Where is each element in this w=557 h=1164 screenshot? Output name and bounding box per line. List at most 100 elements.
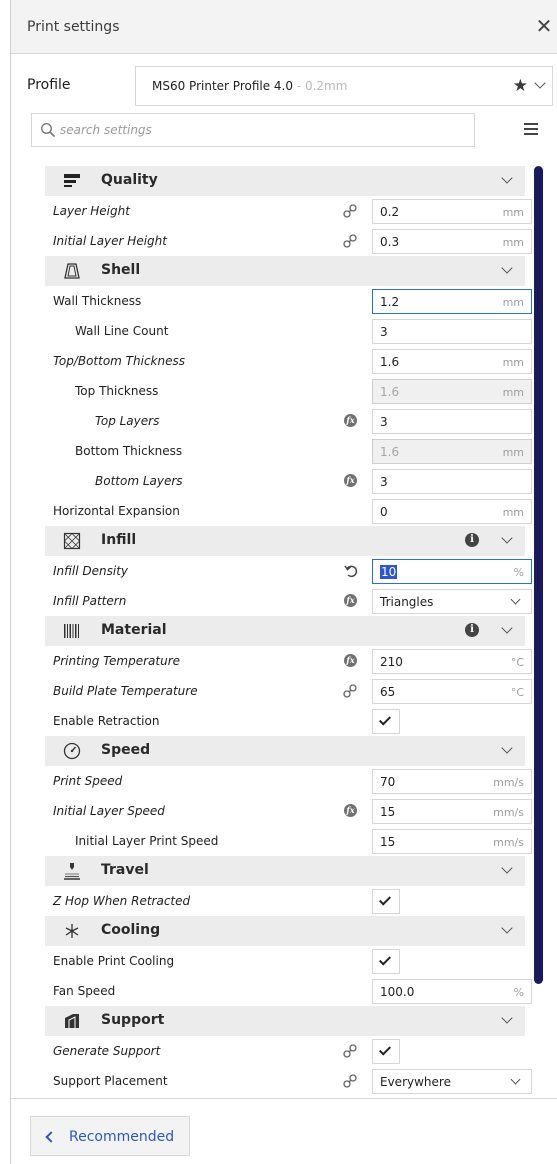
category-title: Speed bbox=[101, 742, 151, 758]
infill-pattern-select[interactable]: Triangles bbox=[372, 589, 532, 614]
check-icon bbox=[378, 1043, 392, 1056]
unit: °C bbox=[510, 656, 524, 669]
profile-select[interactable]: MS60 Printer Profile 4.0 - 0.2mm ★ bbox=[135, 66, 553, 106]
support-icon bbox=[65, 1014, 79, 1028]
initial-layer-speed-input[interactable]: 15 mm/s bbox=[372, 799, 532, 824]
formula-icon[interactable]: fx bbox=[344, 474, 357, 487]
setting-infill-density: Infill Density 10% bbox=[45, 556, 532, 586]
setting-label: Top Thickness bbox=[75, 384, 159, 398]
scrollbar[interactable] bbox=[534, 166, 543, 984]
chevron-down-icon[interactable] bbox=[501, 1012, 513, 1024]
value: 0 bbox=[380, 505, 388, 519]
setting-bottom-layers: Bottom Layers fx 3 bbox=[45, 466, 532, 496]
title-bar: Print settings ✕ bbox=[11, 0, 557, 54]
panel-title: Print settings bbox=[27, 19, 120, 35]
infill-icon bbox=[63, 532, 81, 550]
top-bottom-thickness-input[interactable]: 1.6 mm bbox=[372, 349, 532, 374]
top-layers-input[interactable]: 3 bbox=[372, 409, 532, 434]
formula-icon[interactable]: fx bbox=[344, 804, 357, 817]
setting-label: Top/Bottom Thickness bbox=[53, 354, 185, 368]
info-icon[interactable]: i bbox=[465, 533, 479, 547]
category-title: Cooling bbox=[101, 922, 161, 938]
build-plate-temperature-input[interactable]: 65 °C bbox=[372, 679, 532, 704]
enable-print-cooling-checkbox[interactable] bbox=[372, 949, 400, 974]
setting-label: Fan Speed bbox=[53, 984, 116, 998]
fan-speed-input[interactable]: 100.0% bbox=[372, 979, 532, 1004]
infill-density-input[interactable]: 10% bbox=[372, 559, 532, 584]
setting-label: Horizontal Expansion bbox=[53, 504, 180, 518]
category-infill[interactable]: Infill i bbox=[45, 526, 525, 556]
chevron-down-icon[interactable] bbox=[501, 862, 513, 874]
footer: Recommended bbox=[11, 1098, 557, 1164]
setting-printing-temperature: Printing Temperature fx 210 °C bbox=[45, 646, 532, 676]
star-icon[interactable]: ★ bbox=[513, 76, 528, 96]
category-material[interactable]: Material i bbox=[45, 616, 525, 646]
link-icon[interactable] bbox=[342, 1043, 358, 1059]
bottom-thickness-input[interactable]: 1.6 mm bbox=[372, 439, 532, 464]
setting-label: Print Speed bbox=[53, 774, 123, 788]
formula-icon[interactable]: fx bbox=[344, 594, 357, 607]
unit: % bbox=[513, 566, 524, 579]
horizontal-expansion-input[interactable]: 0 mm bbox=[372, 499, 532, 524]
setting-label: Initial Layer Speed bbox=[53, 804, 165, 818]
value: 3 bbox=[380, 325, 388, 339]
link-icon[interactable] bbox=[342, 683, 358, 699]
initial-layer-print-speed-input[interactable]: 15 mm/s bbox=[372, 829, 532, 854]
category-title: Support bbox=[101, 1012, 165, 1028]
search-input[interactable]: search settings bbox=[31, 113, 475, 147]
initial-layer-height-input[interactable]: 0.3 mm bbox=[372, 229, 532, 254]
chevron-down-icon[interactable] bbox=[501, 742, 513, 754]
formula-icon[interactable]: fx bbox=[344, 654, 357, 667]
settings-menu-icon[interactable] bbox=[524, 121, 538, 137]
link-icon[interactable] bbox=[342, 233, 358, 249]
category-cooling[interactable]: Cooling bbox=[45, 916, 525, 946]
chevron-down-icon[interactable] bbox=[534, 77, 546, 89]
chevron-down-icon[interactable] bbox=[501, 172, 513, 184]
category-travel[interactable]: Travel bbox=[45, 856, 525, 886]
link-icon[interactable] bbox=[342, 1073, 358, 1089]
chevron-down-icon[interactable] bbox=[501, 262, 513, 274]
printing-temperature-input[interactable]: 210 °C bbox=[372, 649, 532, 674]
setting-label: Z Hop When Retracted bbox=[53, 894, 191, 908]
category-quality[interactable]: Quality bbox=[45, 166, 525, 196]
check-icon bbox=[378, 893, 392, 906]
print-speed-input[interactable]: 70 mm/s bbox=[372, 769, 532, 794]
support-placement-select[interactable]: Everywhere bbox=[372, 1069, 532, 1094]
unit: mm/s bbox=[493, 806, 524, 819]
profile-name-text: MS60 Printer Profile 4.0 bbox=[152, 79, 293, 93]
setting-label: Bottom Layers bbox=[95, 474, 183, 488]
enable-retraction-checkbox[interactable] bbox=[372, 709, 400, 734]
category-title: Shell bbox=[101, 262, 141, 278]
generate-support-checkbox[interactable] bbox=[372, 1039, 400, 1064]
formula-icon[interactable]: fx bbox=[344, 414, 357, 427]
top-thickness-input[interactable]: 1.6 mm bbox=[372, 379, 532, 404]
chevron-down-icon[interactable] bbox=[501, 922, 513, 934]
setting-label: Bottom Thickness bbox=[75, 444, 183, 458]
category-speed[interactable]: Speed bbox=[45, 736, 525, 766]
setting-enable-print-cooling: Enable Print Cooling bbox=[45, 946, 525, 976]
chevron-down-icon[interactable] bbox=[501, 532, 513, 544]
search-placeholder: search settings bbox=[60, 123, 152, 137]
info-icon[interactable]: i bbox=[465, 623, 479, 637]
category-support[interactable]: Support bbox=[45, 1006, 525, 1036]
value: 1.2 bbox=[380, 295, 400, 309]
recommended-button[interactable]: Recommended bbox=[30, 1116, 190, 1156]
bottom-layers-input[interactable]: 3 bbox=[372, 469, 532, 494]
link-icon[interactable] bbox=[342, 203, 358, 219]
wall-thickness-input[interactable]: 1.2 mm bbox=[372, 289, 532, 314]
close-icon[interactable]: ✕ bbox=[533, 14, 555, 38]
setting-label: Infill Density bbox=[53, 564, 128, 578]
z-hop-checkbox[interactable] bbox=[372, 889, 400, 914]
unit: mm bbox=[502, 386, 524, 399]
category-shell[interactable]: Shell bbox=[45, 256, 525, 286]
profile-name: MS60 Printer Profile 4.0 - 0.2mm bbox=[152, 79, 347, 93]
setting-fan-speed: Fan Speed 100.0% bbox=[45, 976, 532, 1006]
chevron-down-icon[interactable] bbox=[501, 622, 513, 634]
fan-icon bbox=[65, 924, 79, 938]
wall-line-count-input[interactable]: 3 bbox=[372, 319, 532, 344]
reset-icon[interactable] bbox=[343, 563, 359, 579]
setting-layer-height: Layer Height 0.2 mm bbox=[45, 196, 532, 226]
value: 65 bbox=[380, 685, 396, 699]
value: 1.6 bbox=[380, 385, 400, 399]
layer-height-input[interactable]: 0.2 mm bbox=[372, 199, 532, 224]
